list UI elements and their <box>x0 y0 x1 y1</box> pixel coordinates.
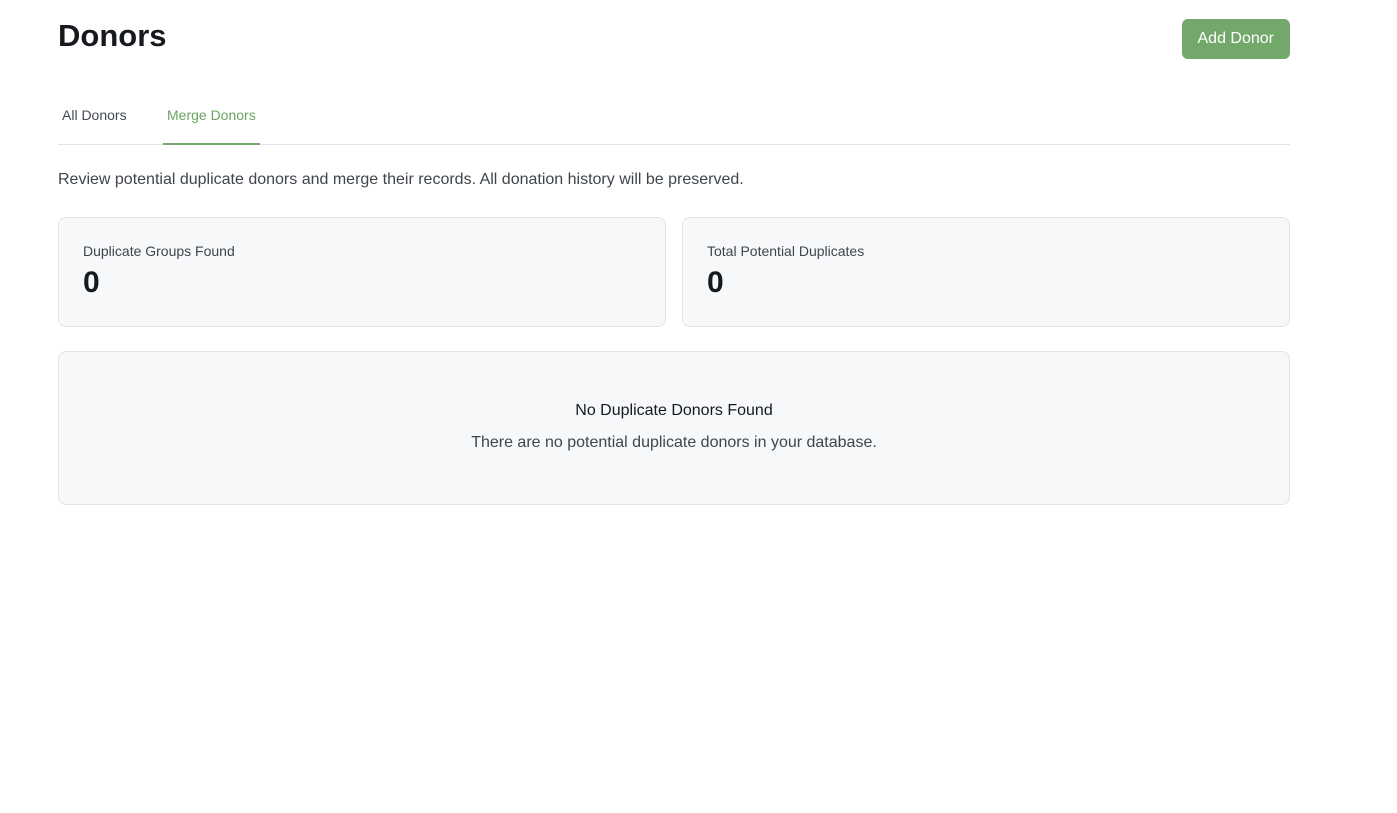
merge-description: Review potential duplicate donors and me… <box>58 171 744 188</box>
empty-state-text: There are no potential duplicate donors … <box>471 434 877 451</box>
donor-tabs: All Donors Merge Donors <box>58 95 1290 145</box>
page-header: Donors Add Donor <box>58 0 1290 64</box>
page-title: Donors <box>58 18 167 53</box>
potential-duplicates-card: Total Potential Duplicates 0 <box>682 217 1290 327</box>
duplicate-groups-card: Duplicate Groups Found 0 <box>58 217 666 327</box>
duplicate-groups-label: Duplicate Groups Found <box>83 243 235 259</box>
add-donor-button[interactable]: Add Donor <box>1181 19 1290 59</box>
duplicate-groups-value: 0 <box>83 266 100 299</box>
potential-duplicates-value: 0 <box>707 266 724 299</box>
tab-merge-donors[interactable]: Merge Donors <box>163 95 260 145</box>
empty-state-panel: No Duplicate Donors Found There are no p… <box>58 351 1290 505</box>
empty-state-title: No Duplicate Donors Found <box>575 402 773 419</box>
potential-duplicates-label: Total Potential Duplicates <box>707 243 865 259</box>
tab-all-donors[interactable]: All Donors <box>58 95 131 145</box>
donors-page: Donors Add Donor All Donors Merge Donors… <box>58 0 1290 505</box>
